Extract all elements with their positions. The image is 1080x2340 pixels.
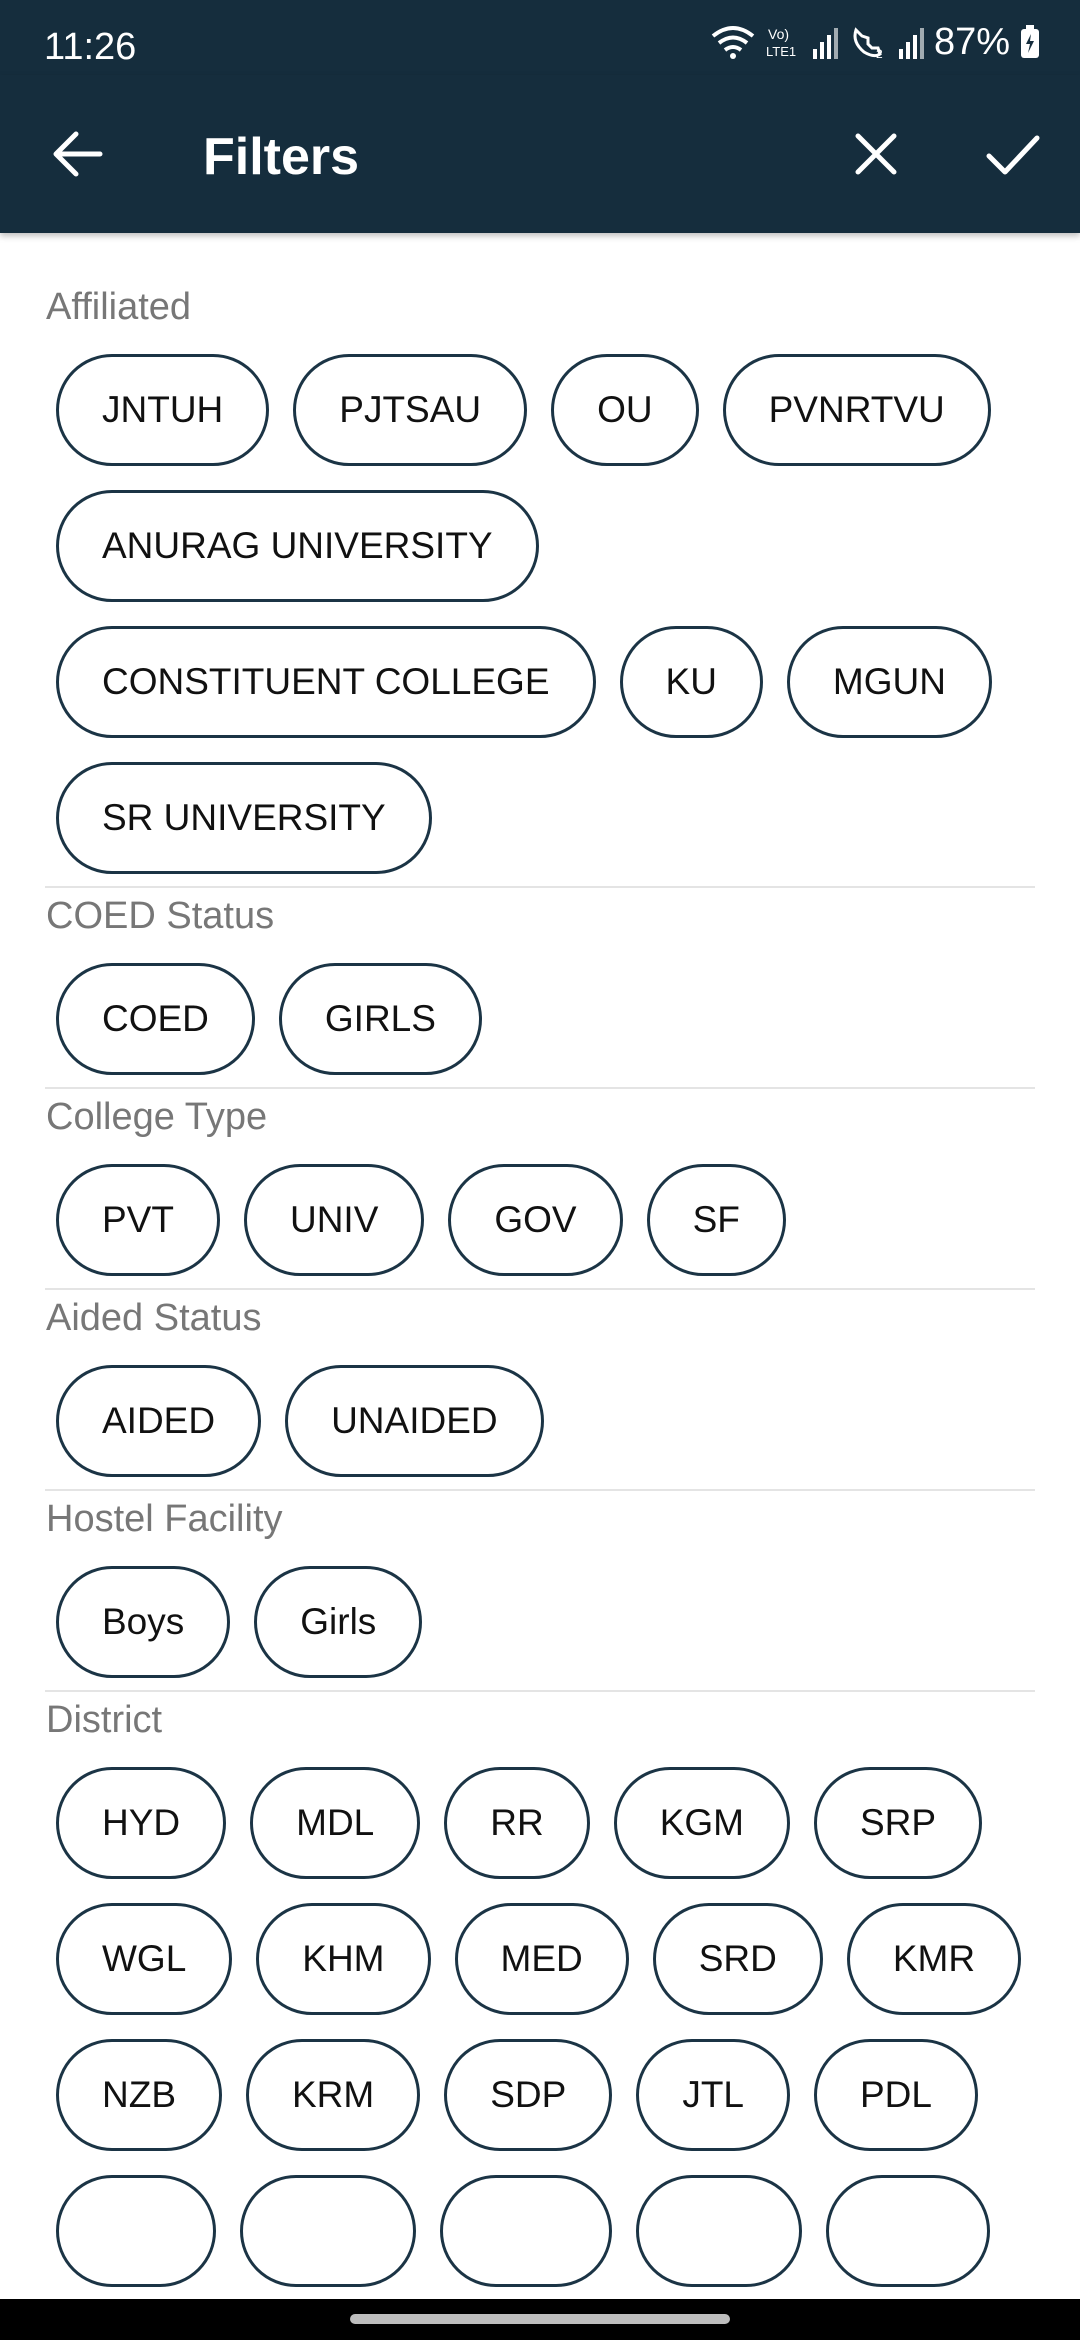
filter-chip[interactable]: GOV xyxy=(448,1164,623,1276)
filter-section-affiliated: Affiliated JNTUH PJTSAU OU PVNRTVU ANURA… xyxy=(45,233,1035,888)
filter-chip[interactable]: RR xyxy=(444,1767,590,1879)
status-icons: Vo) LTE1 2 87% xyxy=(710,20,1040,63)
filter-chip[interactable]: Girls xyxy=(254,1566,423,1678)
filter-chip[interactable]: HYD xyxy=(56,1767,227,1879)
section-heading: Hostel Facility xyxy=(46,1498,283,1540)
filter-chip[interactable]: AIDED xyxy=(56,1365,262,1477)
section-heading: Affiliated xyxy=(46,286,192,328)
filter-chip[interactable]: JNTUH xyxy=(56,354,270,466)
filter-chip[interactable]: PJTSAU xyxy=(293,354,528,466)
filter-chip[interactable]: PDL xyxy=(814,2039,978,2151)
filter-chip-partial[interactable] xyxy=(240,2175,416,2287)
home-gesture-handle[interactable] xyxy=(350,2314,730,2324)
check-icon[interactable] xyxy=(980,124,1046,184)
volte-icon: Vo) LTE1 xyxy=(766,24,802,60)
svg-text:2: 2 xyxy=(876,47,883,60)
section-heading: District xyxy=(46,1699,163,1741)
filter-chip[interactable]: UNAIDED xyxy=(285,1365,544,1477)
filter-chip[interactable]: SRP xyxy=(813,1767,983,1879)
filter-chip[interactable]: CONSTITUENT COLLEGE xyxy=(56,626,596,738)
filter-chip[interactable]: JTL xyxy=(636,2039,790,2151)
filter-chip[interactable]: KU xyxy=(619,626,763,738)
chip-group: COED GIRLS xyxy=(45,963,1035,1075)
chip-group: AIDED UNAIDED xyxy=(45,1365,1035,1477)
filter-chip[interactable]: NZB xyxy=(56,2039,222,2151)
close-icon[interactable] xyxy=(846,124,906,184)
filter-chip[interactable]: KRM xyxy=(246,2039,421,2151)
filter-chip[interactable]: GIRLS xyxy=(278,963,482,1075)
filter-chip-partial[interactable] xyxy=(826,2175,990,2287)
svg-text:LTE1: LTE1 xyxy=(766,44,796,59)
filter-chip[interactable]: PVNRTVU xyxy=(722,354,991,466)
chip-group: JNTUH PJTSAU OU PVNRTVU ANURAG UNIVERSIT… xyxy=(45,354,1035,874)
filter-section-hostel-facility: Hostel Facility Boys Girls xyxy=(45,1491,1035,1692)
section-heading: Aided Status xyxy=(46,1297,262,1339)
filters-list[interactable]: Affiliated JNTUH PJTSAU OU PVNRTVU ANURA… xyxy=(0,233,1080,2299)
app-toolbar: Filters xyxy=(0,75,1080,233)
filter-chip-partial[interactable] xyxy=(440,2175,612,2287)
filter-section-aided-status: Aided Status AIDED UNAIDED xyxy=(45,1290,1035,1491)
filter-chip[interactable]: SR UNIVERSITY xyxy=(56,762,432,874)
filter-chip[interactable]: MDL xyxy=(250,1767,421,1879)
filter-chip[interactable]: UNIV xyxy=(243,1164,425,1276)
filter-chip-partial[interactable] xyxy=(636,2175,802,2287)
filter-chip[interactable]: PVT xyxy=(56,1164,220,1276)
filter-chip-partial[interactable] xyxy=(56,2175,216,2287)
filter-chip[interactable]: MED xyxy=(454,1903,629,2015)
filter-chip[interactable]: WGL xyxy=(56,1903,233,2015)
filter-chip[interactable]: KGM xyxy=(613,1767,790,1879)
filter-section-coed-status: COED Status COED GIRLS xyxy=(45,888,1035,1089)
filter-chip[interactable]: SF xyxy=(646,1164,786,1276)
arrow-back-icon[interactable] xyxy=(48,124,108,184)
filter-section-college-type: College Type PVT UNIV GOV SF xyxy=(45,1089,1035,1290)
filter-chip[interactable]: COED xyxy=(56,963,255,1075)
wifi-icon xyxy=(710,24,756,60)
filter-chip[interactable]: Boys xyxy=(56,1566,231,1678)
filter-chip[interactable]: KMR xyxy=(846,1903,1022,2015)
status-time: 11:26 xyxy=(44,26,137,68)
chip-group: PVT UNIV GOV SF xyxy=(45,1164,1035,1276)
filter-chip[interactable]: SDP xyxy=(444,2039,613,2151)
wifi-calling-icon: 2 xyxy=(848,24,888,60)
filter-chip[interactable]: KHM xyxy=(256,1903,431,2015)
section-heading: College Type xyxy=(46,1096,268,1138)
filter-chip[interactable]: OU xyxy=(551,354,699,466)
page-title: Filters xyxy=(203,128,360,186)
filter-chip[interactable]: MGUN xyxy=(786,626,992,738)
chip-group: HYD MDL RR KGM SRP WGL KHM MED SRD KMR N… xyxy=(45,1767,1035,2287)
signal-icon xyxy=(898,25,924,59)
battery-icon xyxy=(1020,25,1040,59)
signal-icon xyxy=(812,25,838,59)
chip-group: Boys Girls xyxy=(45,1566,1035,1678)
battery-percent: 87% xyxy=(933,20,1010,63)
filter-chip[interactable]: ANURAG UNIVERSITY xyxy=(56,490,539,602)
section-heading: COED Status xyxy=(46,895,275,937)
filter-chip[interactable]: SRD xyxy=(652,1903,823,2015)
filter-section-district: District HYD MDL RR KGM SRP WGL KHM MED … xyxy=(45,1692,1035,2299)
status-bar: 11:26 Vo) LTE1 2 87% xyxy=(0,0,1080,75)
system-navigation-bar xyxy=(0,2299,1080,2340)
svg-text:Vo): Vo) xyxy=(768,26,789,42)
